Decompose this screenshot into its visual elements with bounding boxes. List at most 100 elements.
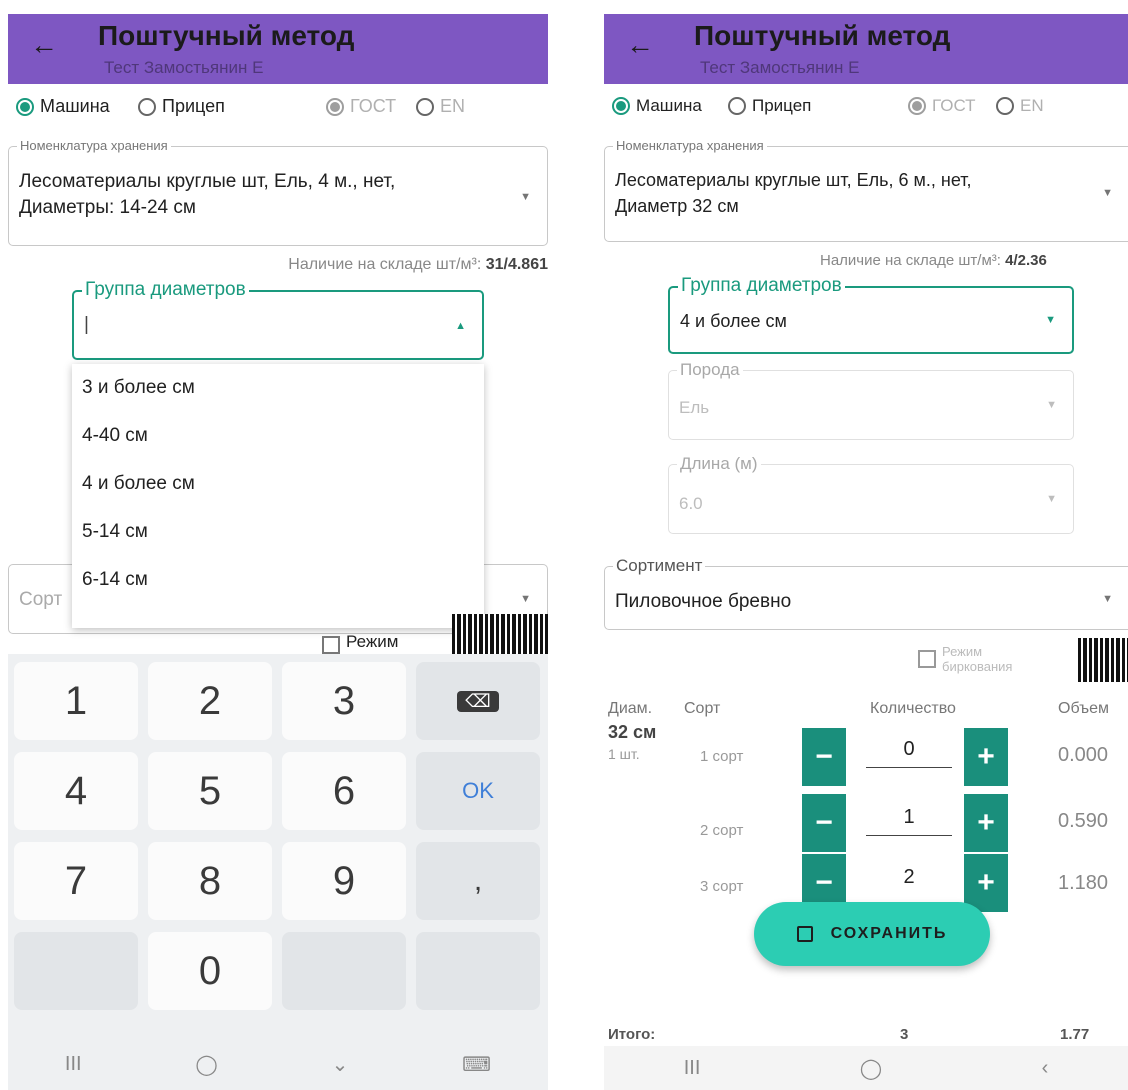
radio-trailer-label: Прицеп <box>162 96 225 116</box>
radio-machine-label: Машина <box>636 96 702 115</box>
nomenclature-select[interactable]: Номенклатура хранения Лесоматериалы круг… <box>604 138 1128 242</box>
diameter-group-value: 4 и более см <box>680 311 787 331</box>
nomenclature-select[interactable]: Номенклатура хранения Лесоматериалы круг… <box>8 138 548 246</box>
dropdown-option[interactable]: 4-40 см <box>72 412 484 460</box>
diameter-group-select[interactable]: Группа диаметров 4 и более см ▼ <box>668 275 1074 354</box>
key-0[interactable]: 0 <box>148 932 272 1010</box>
key-4[interactable]: 4 <box>14 752 138 830</box>
page-subtitle: Тест Замостьянин Е <box>700 58 860 77</box>
radio-trailer[interactable]: Прицеп <box>138 96 225 117</box>
plus-button[interactable]: + <box>964 728 1008 786</box>
barcode-icon[interactable] <box>1078 638 1128 682</box>
comma-key[interactable]: , <box>416 842 540 920</box>
radio-empty-icon <box>728 97 746 115</box>
keyboard-icon[interactable]: ⌨ <box>462 1052 491 1077</box>
radio-trailer-label: Прицеп <box>752 96 812 115</box>
row-volume: 0.000 <box>1058 744 1109 766</box>
plus-button[interactable]: + <box>964 854 1008 912</box>
assortment-value: Пиловочное бревно <box>615 591 792 612</box>
recent-apps-icon[interactable]: III <box>684 1057 701 1080</box>
backspace-icon: ⌫ <box>457 690 499 712</box>
recent-apps-icon[interactable]: III <box>65 1053 82 1076</box>
back-nav-icon[interactable]: ‹ <box>1042 1057 1049 1080</box>
numeric-keyboard: 1 2 3 ⌫ 4 5 6 OK 7 8 9 , 0 III ◯ ⌄ ⌨ <box>8 654 548 1090</box>
home-icon[interactable]: ◯ <box>860 1056 882 1081</box>
qty-input[interactable]: 1 <box>866 806 952 836</box>
mode-checkbox[interactable] <box>918 650 936 668</box>
qty-input[interactable]: 2 <box>866 866 952 895</box>
radio-machine[interactable]: Машина <box>612 96 702 116</box>
minus-button[interactable]: − <box>802 794 846 852</box>
row-sort: 3 сорт <box>700 878 744 895</box>
key-7[interactable]: 7 <box>14 842 138 920</box>
app-bar: ← Поштучный метод Тест Замостьянин Е <box>604 14 1128 84</box>
save-button-label: СОХРАНИТЬ <box>830 925 948 942</box>
plus-button[interactable]: + <box>964 794 1008 852</box>
radio-en[interactable]: EN <box>996 96 1044 116</box>
radio-en-label: EN <box>440 96 466 116</box>
stock-value: 4/2.36 <box>1005 252 1047 269</box>
radio-selected-icon <box>908 97 926 115</box>
row-sort: 2 сорт <box>700 822 744 839</box>
dropdown-arrow-icon: ▼ <box>1045 314 1056 326</box>
dropdown-option[interactable]: 5-14 см <box>72 508 484 556</box>
total-volume: 1.77 <box>1060 1026 1090 1043</box>
dropdown-arrow-icon: ▼ <box>1046 399 1057 411</box>
home-icon[interactable]: ◯ <box>195 1052 217 1077</box>
back-arrow-icon[interactable]: ← <box>626 30 654 60</box>
key-6[interactable]: 6 <box>282 752 406 830</box>
ok-key[interactable]: OK <box>416 752 540 830</box>
back-arrow-icon[interactable]: ← <box>30 30 58 60</box>
key-8[interactable]: 8 <box>148 842 272 920</box>
key-5[interactable]: 5 <box>148 752 272 830</box>
dropdown-arrow-icon: ▼ <box>520 191 531 203</box>
backspace-key[interactable]: ⌫ <box>416 662 540 740</box>
radio-empty-icon <box>138 97 156 116</box>
system-nav-bar: III ◯ ⌄ ⌨ <box>8 1038 548 1090</box>
radio-machine[interactable]: Машина <box>16 96 110 117</box>
col-sort-header: Сорт <box>684 700 721 717</box>
dropdown-arrow-icon: ▼ <box>520 593 531 605</box>
length-value: 6.0 <box>679 494 703 513</box>
nomenclature-label: Номенклатура хранения <box>17 138 171 153</box>
total-label: Итого: <box>608 1026 656 1043</box>
radio-gost[interactable]: ГОСТ <box>908 96 976 116</box>
nomenclature-value: Лесоматериалы круглые шт, Ель, 6 м., нет… <box>615 170 972 216</box>
hide-keyboard-icon[interactable]: ⌄ <box>332 1052 349 1077</box>
dropdown-up-arrow-icon: ▲ <box>455 320 466 332</box>
key-2[interactable]: 2 <box>148 662 272 740</box>
radio-trailer[interactable]: Прицеп <box>728 96 811 116</box>
row-volume: 1.180 <box>1058 872 1109 894</box>
radio-empty-icon <box>996 97 1014 115</box>
page-title: Поштучный метод <box>694 20 951 51</box>
radio-en[interactable]: EN <box>416 96 465 117</box>
blank-key <box>14 932 138 1010</box>
nomenclature-label: Номенклатура хранения <box>613 138 767 153</box>
save-disk-icon <box>796 926 813 942</box>
diameter-group-select[interactable]: Группа диаметров | ▲ <box>72 279 484 360</box>
page-title: Поштучный метод <box>98 20 355 51</box>
nomenclature-value: Лесоматериалы круглые шт, Ель, 4 м., нет… <box>19 171 396 218</box>
stock-info: Наличие на складе шт/м³: 31/4.861 <box>288 256 548 274</box>
minus-button[interactable]: − <box>802 728 846 786</box>
radio-gost-label: ГОСТ <box>350 96 397 116</box>
mode-checkbox[interactable] <box>322 636 340 654</box>
radio-gost-label: ГОСТ <box>932 96 976 115</box>
length-select: Длина (м) 6.0 ▼ <box>668 454 1074 534</box>
qty-input[interactable]: 0 <box>866 738 952 768</box>
key-3[interactable]: 3 <box>282 662 406 740</box>
diameter-group-label: Группа диаметров <box>82 279 249 301</box>
key-9[interactable]: 9 <box>282 842 406 920</box>
save-button[interactable]: СОХРАНИТЬ <box>754 902 990 966</box>
barcode-icon[interactable] <box>452 614 548 654</box>
dropdown-option[interactable]: 6-14 см <box>72 556 484 604</box>
col-qty-header: Количество <box>870 700 956 717</box>
dropdown-option[interactable]: 3 и более см <box>72 364 484 412</box>
blank-key <box>282 932 406 1010</box>
col-vol-header: Объем <box>1058 700 1109 717</box>
radio-gost[interactable]: ГОСТ <box>326 96 396 117</box>
assortment-select[interactable]: Сортимент Пиловочное бревно ▼ <box>604 556 1128 630</box>
key-1[interactable]: 1 <box>14 662 138 740</box>
length-label: Длина (м) <box>677 454 761 474</box>
dropdown-option[interactable]: 4 и более см <box>72 460 484 508</box>
